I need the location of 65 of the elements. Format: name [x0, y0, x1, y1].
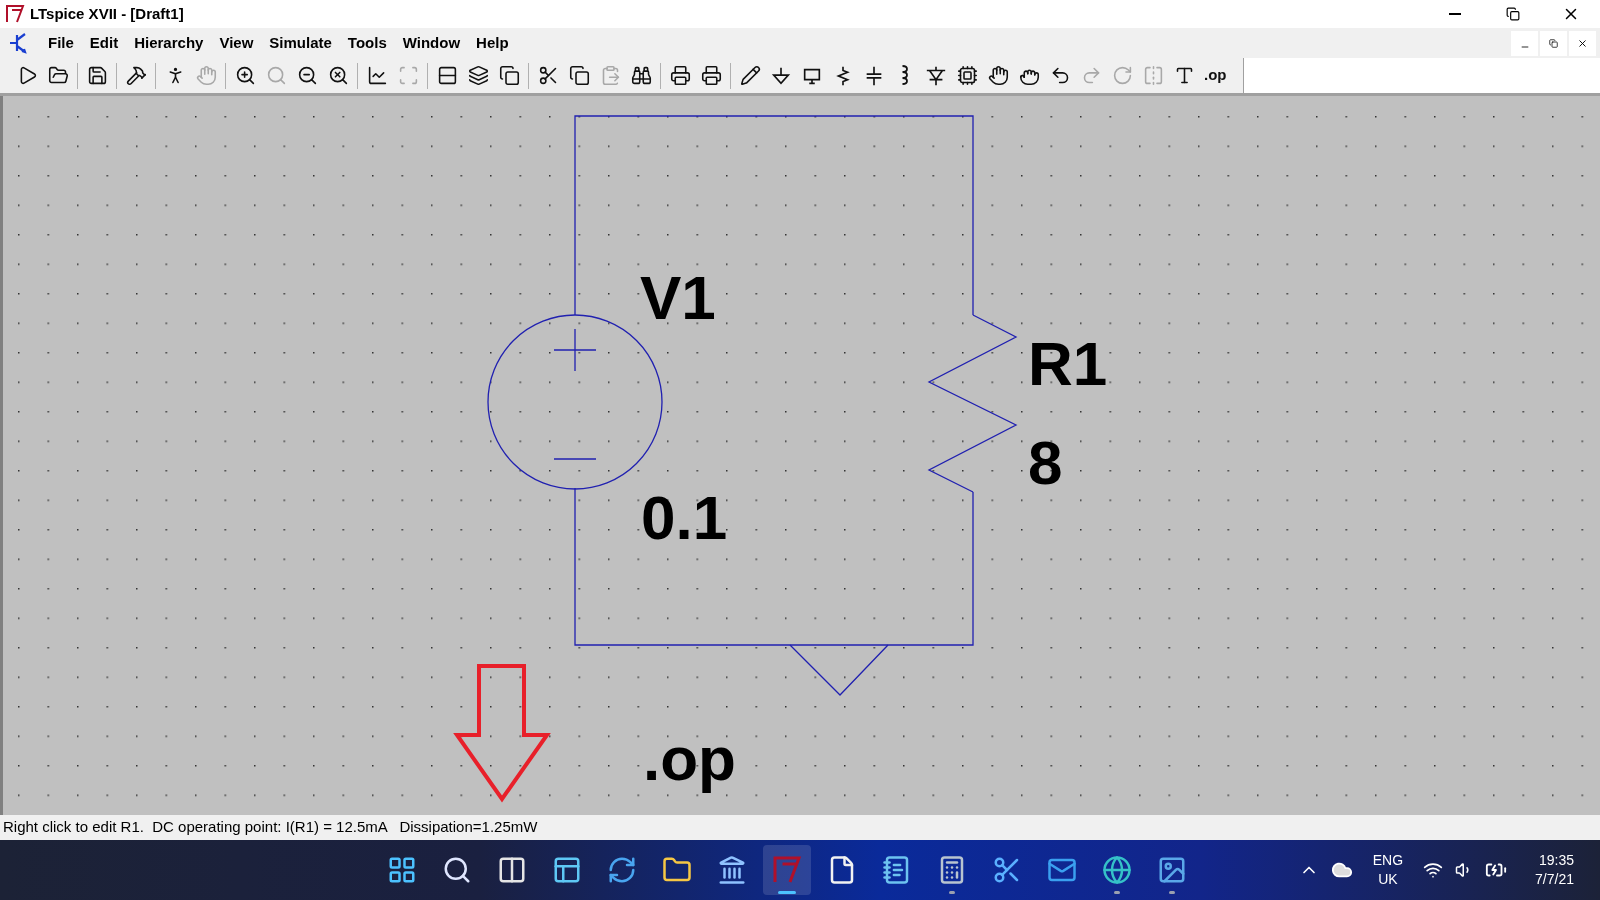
search-icon: [442, 855, 472, 885]
task-view-icon: [497, 855, 527, 885]
menu-item[interactable]: Simulate: [261, 31, 340, 55]
refresh-icon: [607, 855, 637, 885]
menu-item[interactable]: Hierarchy: [126, 31, 212, 55]
layers-icon: [467, 65, 489, 86]
save-icon: [86, 65, 108, 86]
menu-item[interactable]: Window: [394, 31, 469, 55]
menu-item[interactable]: File: [40, 31, 82, 55]
component-name[interactable]: R1: [1028, 329, 1108, 398]
hand-icon: [987, 65, 1009, 86]
window-title: LTspice XVII - [Draft1]: [30, 3, 184, 24]
clock[interactable]: 19:35 7/7/21: [1535, 851, 1574, 889]
running-indicator: [1169, 891, 1175, 894]
diode-icon: [925, 64, 947, 87]
scan-icon: [397, 65, 419, 86]
rows-icon: [436, 65, 458, 86]
flip-icon: [1142, 65, 1164, 86]
zoom-out-icon: [296, 65, 318, 86]
folder-icon: [47, 65, 69, 86]
line-chart-icon: [366, 65, 388, 86]
copy-icon: [568, 65, 590, 86]
schematic-canvas[interactable]: V1 0.1 R1 8 .op: [0, 96, 1600, 815]
crossed-magnifier-icon: [327, 65, 349, 86]
restore-icon: [1549, 38, 1558, 48]
running-indicator: [949, 891, 955, 894]
menu-item[interactable]: View: [211, 31, 262, 55]
minimize-icon: [1449, 13, 1461, 15]
bank-icon: [717, 855, 747, 885]
globe-icon: [1102, 855, 1132, 885]
running-indicator: [1114, 891, 1120, 894]
menu-item[interactable]: Edit: [81, 31, 127, 55]
close-icon: [1577, 37, 1588, 49]
binoculars-icon: [630, 65, 652, 86]
component-name[interactable]: V1: [640, 263, 716, 332]
app-logo-icon: [772, 855, 802, 885]
widgets-icon: [552, 855, 582, 885]
running-indicator: [778, 891, 796, 894]
app-logo-icon: [5, 4, 25, 24]
hand-icon: [195, 65, 217, 86]
rotate-icon: [1111, 65, 1133, 86]
windows-logo-icon: [387, 855, 417, 885]
hammer-icon: [125, 65, 147, 86]
scissors-icon: [537, 65, 559, 86]
status-text: Right click to edit R1. DC operating point: I(R1) = 12.5mA Dissipation=1.25mW: [2, 817, 538, 838]
inductor-icon: [900, 64, 910, 87]
spice-directive-button[interactable]: .op: [1200, 61, 1231, 90]
printer-icon: [669, 65, 691, 86]
zoom-in-icon: [234, 65, 256, 86]
language-indicator[interactable]: ENG UK: [1372, 851, 1404, 889]
chip-icon: [956, 65, 978, 86]
transistor-icon: [8, 31, 28, 55]
component-value[interactable]: 8: [1028, 428, 1063, 497]
pencil-icon: [739, 65, 761, 86]
menu-item[interactable]: Tools: [339, 31, 395, 55]
photo-icon: [1157, 855, 1187, 885]
restore-icon: [1506, 7, 1520, 21]
component-value[interactable]: 0.1: [641, 483, 728, 552]
printer-icon: [700, 65, 722, 86]
magnifier-icon: [265, 65, 287, 86]
menu-item[interactable]: Help: [468, 31, 517, 55]
spice-directive[interactable]: .op: [643, 724, 736, 793]
copy-icon: [498, 65, 520, 86]
restore-document-button[interactable]: [1540, 30, 1567, 56]
wifi-icon[interactable]: [1423, 860, 1444, 880]
